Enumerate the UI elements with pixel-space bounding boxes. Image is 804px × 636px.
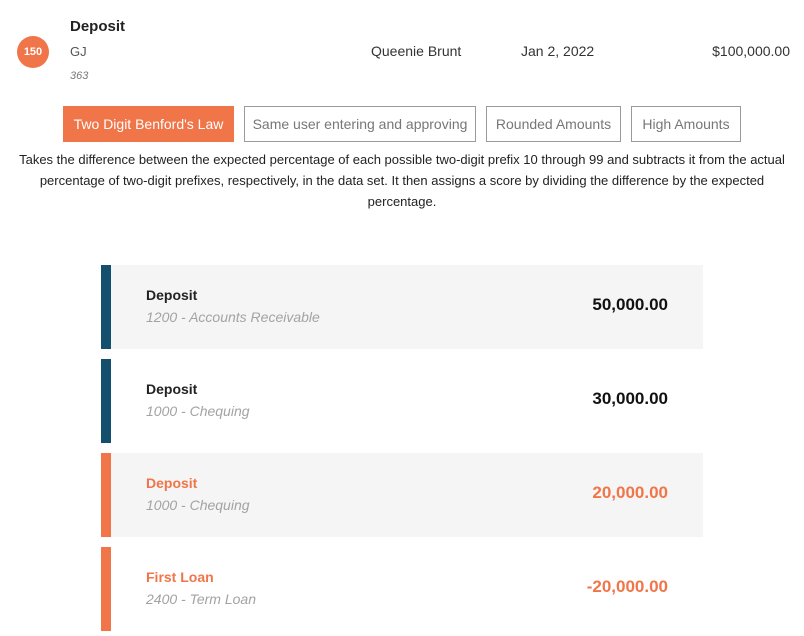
journal-entry-row[interactable]: Deposit 1000 - Chequing 30,000.00 [101,359,703,443]
journal-entry-row[interactable]: First Loan 2400 - Term Loan -20,000.00 [101,547,703,631]
tab-rounded-amounts[interactable]: Rounded Amounts [486,106,621,142]
entry-name: Deposit [146,287,198,303]
transaction-amount: $100,000.00 [712,43,790,59]
tab-same-user-entering-approving[interactable]: Same user entering and approving [244,106,476,142]
entry-amount: 30,000.00 [592,389,668,408]
transaction-user: Queenie Brunt [371,43,462,59]
entry-account: 2400 - Term Loan [146,591,256,607]
entry-name: First Loan [146,569,214,585]
status-bar [101,359,111,443]
entry-amount: -20,000.00 [586,577,668,596]
transaction-reference: 363 [70,70,89,82]
status-bar [101,265,111,349]
status-bar [101,453,111,537]
rule-description: Takes the difference between the expecte… [19,152,785,209]
entry-amount: 50,000.00 [592,295,668,314]
entry-account: 1000 - Chequing [146,403,250,419]
status-bar [101,547,111,631]
entry-account: 1200 - Accounts Receivable [146,309,320,325]
score-badge: 150 [17,36,49,68]
tab-two-digit-benfords-law[interactable]: Two Digit Benford's Law [63,106,234,142]
journal-entry-row[interactable]: Deposit 1000 - Chequing 20,000.00 [101,453,703,537]
transaction-title: Deposit [70,18,126,35]
entry-name: Deposit [146,381,198,397]
entry-name: Deposit [146,475,198,491]
journal-entry-row[interactable]: Deposit 1200 - Accounts Receivable 50,00… [101,265,703,349]
tab-high-amounts[interactable]: High Amounts [631,106,741,142]
transaction-type: GJ [70,44,87,59]
entry-account: 1000 - Chequing [146,497,250,513]
transaction-date: Jan 2, 2022 [521,43,595,59]
entry-amount: 20,000.00 [592,483,668,502]
